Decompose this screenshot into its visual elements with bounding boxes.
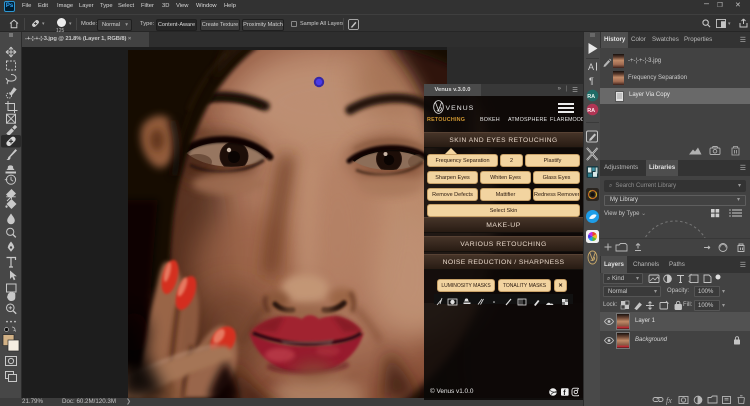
svg-text:A: A [588, 62, 594, 72]
svg-text:RA: RA [587, 108, 595, 114]
svg-text:RA: RA [587, 94, 595, 100]
svg-text:¶: ¶ [589, 76, 594, 86]
svg-text:fx: fx [666, 396, 672, 405]
svg-text:VENUS: VENUS [446, 105, 475, 112]
